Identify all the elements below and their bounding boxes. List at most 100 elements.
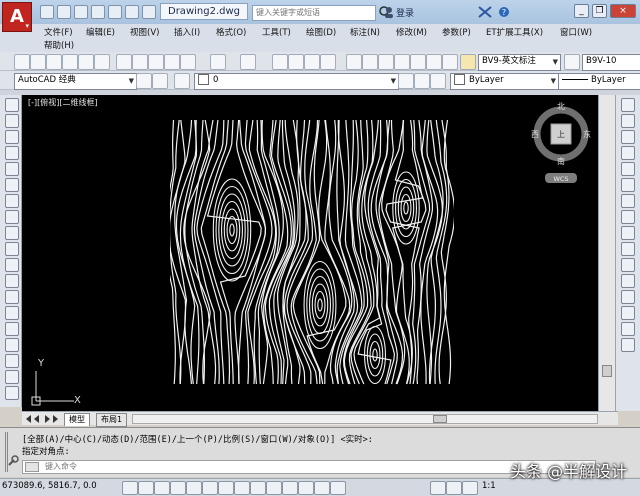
menu-dimension[interactable]: 标注(N): [350, 26, 380, 38]
dyn-icon[interactable]: [266, 481, 282, 495]
viewcube-top[interactable]: 上: [557, 130, 565, 139]
viewcube-east[interactable]: 东: [583, 129, 591, 139]
print-icon[interactable]: [108, 5, 122, 19]
stretch-icon[interactable]: [621, 226, 635, 240]
ucs-menu[interactable]: WCS: [553, 175, 568, 183]
tab-navigation-arrows[interactable]: [24, 414, 60, 424]
tool-palettes-icon[interactable]: [378, 54, 394, 70]
properties-icon[interactable]: [346, 54, 362, 70]
linetype-combo[interactable]: ByLayer: [558, 73, 640, 90]
sheet-set-icon[interactable]: [394, 54, 410, 70]
drawing-canvas[interactable]: [-][俯视][二维线框] 北 南 东 西 上 WCS Y X: [22, 95, 598, 411]
cut-icon[interactable]: [116, 54, 132, 70]
erase-icon[interactable]: [621, 98, 635, 112]
zoom-realtime-icon[interactable]: [288, 54, 304, 70]
trim-icon[interactable]: [621, 242, 635, 256]
rectangle-icon[interactable]: [5, 162, 19, 176]
layer-previous-icon[interactable]: [414, 73, 430, 89]
restore-button[interactable]: ❐: [592, 4, 607, 18]
match-properties-icon[interactable]: [164, 54, 180, 70]
insert-block-icon[interactable]: [5, 274, 19, 288]
tab-layout1[interactable]: 布局1: [96, 413, 128, 427]
menu-draw[interactable]: 绘图(D): [306, 26, 336, 38]
search-input[interactable]: 键入关键字或短语: [252, 5, 376, 21]
offset-icon[interactable]: [621, 146, 635, 160]
login-link[interactable]: 登录: [396, 6, 414, 19]
point-icon[interactable]: [5, 306, 19, 320]
zoom-window-icon[interactable]: [304, 54, 320, 70]
ellipse-arc-icon[interactable]: [5, 258, 19, 272]
snap-icon[interactable]: [138, 481, 154, 495]
dim-style-combo[interactable]: BV9-英文标注 ▼: [478, 54, 561, 71]
redo-arrow-icon[interactable]: [240, 54, 256, 70]
rotate-icon[interactable]: [621, 194, 635, 208]
zoom-previous-icon[interactable]: [320, 54, 336, 70]
viewcube-west[interactable]: 西: [531, 130, 539, 139]
help-icon[interactable]: ?: [498, 6, 510, 18]
move-icon[interactable]: [621, 178, 635, 192]
color-combo[interactable]: ByLayer ▼: [450, 73, 559, 90]
publish-icon[interactable]: [94, 54, 110, 70]
otrack-icon[interactable]: [234, 481, 250, 495]
extend-icon[interactable]: [621, 258, 635, 272]
make-current-layer-icon[interactable]: [398, 73, 414, 89]
menu-modify[interactable]: 修改(M): [396, 26, 427, 38]
command-customize-icon[interactable]: [25, 462, 39, 472]
copy-icon[interactable]: [132, 54, 148, 70]
pan-icon[interactable]: [272, 54, 288, 70]
paste-icon[interactable]: [148, 54, 164, 70]
lineweight-icon[interactable]: [282, 481, 298, 495]
quick-view-layouts-icon[interactable]: [446, 481, 462, 495]
array-icon[interactable]: [621, 162, 635, 176]
3d-osnap-icon[interactable]: [218, 481, 234, 495]
markup-icon[interactable]: [410, 54, 426, 70]
arc-icon[interactable]: [5, 178, 19, 192]
save-as-icon[interactable]: [91, 5, 105, 19]
workspace-lock-icon[interactable]: [152, 73, 168, 89]
osnap-icon[interactable]: [202, 481, 218, 495]
viewport-label[interactable]: [-][俯视][二维线框]: [28, 97, 98, 108]
spline-icon[interactable]: [5, 226, 19, 240]
layer-combo[interactable]: 0 ▼: [194, 73, 399, 90]
open-icon[interactable]: [57, 5, 71, 19]
fillet-icon[interactable]: [621, 322, 635, 336]
menu-parametric[interactable]: 参数(P): [442, 26, 471, 38]
text-style-combo[interactable]: B9V-10: [582, 54, 640, 71]
transparency-icon[interactable]: [298, 481, 314, 495]
menu-insert[interactable]: 插入(I): [174, 26, 200, 38]
dim-style-icon[interactable]: [564, 54, 580, 70]
menu-view[interactable]: 视图(V): [130, 26, 159, 38]
quick-view-drawings-icon[interactable]: [462, 481, 478, 495]
minimize-button[interactable]: _: [574, 4, 589, 18]
redo-icon[interactable]: [142, 5, 156, 19]
preview-icon[interactable]: [78, 54, 94, 70]
save-file-icon[interactable]: [46, 54, 62, 70]
multiline-text-icon[interactable]: [5, 386, 19, 400]
line-icon[interactable]: [5, 98, 19, 112]
viewcube[interactable]: 北 南 东 西 上 WCS: [530, 100, 592, 190]
region-icon[interactable]: [5, 354, 19, 368]
undo-icon[interactable]: [125, 5, 139, 19]
open-file-icon[interactable]: [30, 54, 46, 70]
layer-properties-icon[interactable]: [174, 73, 190, 89]
annotation-scale[interactable]: 1:1: [482, 481, 496, 491]
text-style-icon[interactable]: [460, 54, 476, 70]
horizontal-scroll-thumb[interactable]: [433, 415, 447, 423]
scale-icon[interactable]: [621, 210, 635, 224]
break-icon[interactable]: [621, 274, 635, 288]
calculator-icon[interactable]: [426, 54, 442, 70]
chamfer-icon[interactable]: [621, 306, 635, 320]
menu-file[interactable]: 文件(F): [44, 26, 73, 38]
menu-help[interactable]: 帮助(H): [44, 39, 74, 51]
menu-format[interactable]: 格式(O): [216, 26, 246, 38]
model-space-icon[interactable]: [430, 481, 446, 495]
construction-line-icon[interactable]: [5, 114, 19, 128]
ducs-icon[interactable]: [250, 481, 266, 495]
design-center-icon[interactable]: [362, 54, 378, 70]
wrench-icon[interactable]: [7, 455, 19, 467]
plot-icon[interactable]: [62, 54, 78, 70]
exchange-icon[interactable]: [478, 6, 492, 18]
block-editor-icon[interactable]: [180, 54, 196, 70]
coordinate-readout[interactable]: 673089.6, 5816.7, 0.0: [2, 481, 97, 491]
make-block-icon[interactable]: [5, 290, 19, 304]
